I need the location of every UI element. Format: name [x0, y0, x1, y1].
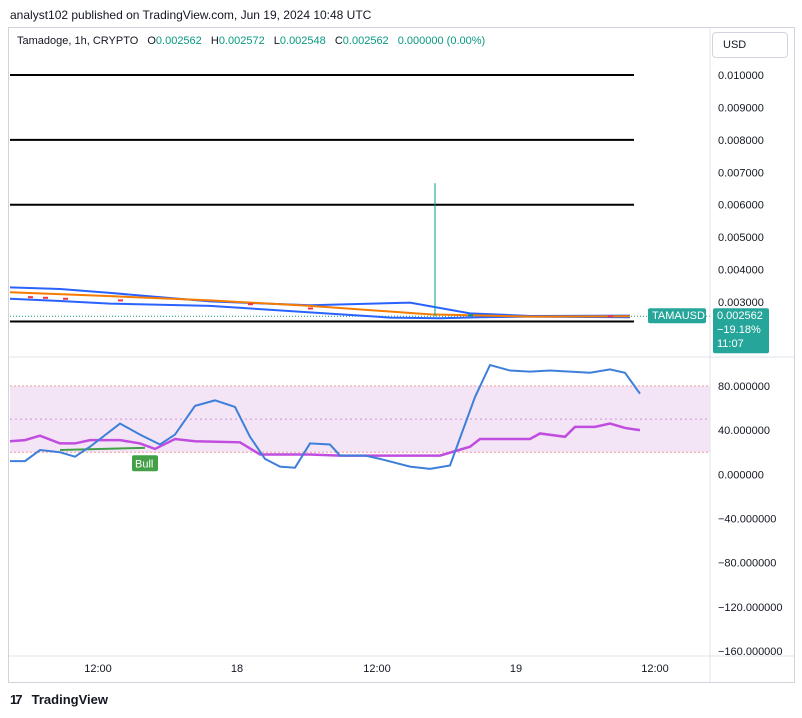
close-key: C: [334, 35, 343, 47]
symbol-label: Tamadoge, 1h, CRYPTO: [17, 35, 139, 47]
change-value: 0.000000 (0.00%): [397, 35, 486, 47]
open-value: 0.002562: [155, 35, 202, 47]
tradingview-footer[interactable]: 17 TradingView: [10, 692, 108, 707]
published-header: analyst102 published on TradingView.com,…: [10, 8, 372, 22]
brand-label: TradingView: [31, 692, 108, 707]
open-key: O: [147, 35, 156, 47]
chart-frame[interactable]: [8, 27, 795, 683]
tradingview-logo-icon: 17: [10, 692, 22, 707]
ohlc-legend: Tamadoge, 1h, CRYPTO O0.002562 H0.002572…: [17, 35, 485, 47]
currency-button[interactable]: USD: [712, 32, 788, 58]
high-value: 0.002572: [218, 35, 265, 47]
close-value: 0.002562: [342, 35, 389, 47]
high-key: H: [210, 35, 219, 47]
low-value: 0.002548: [279, 35, 326, 47]
